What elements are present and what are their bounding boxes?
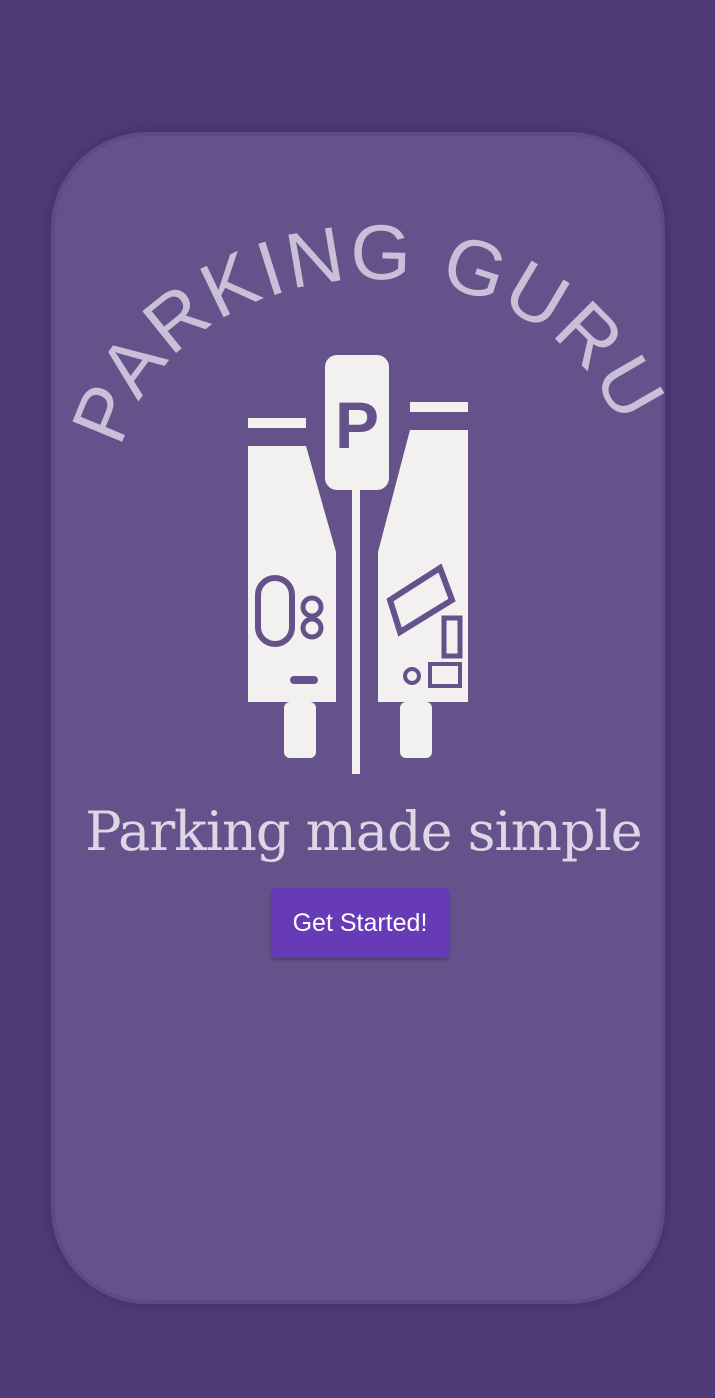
parking-guru-logo: PARKING GURU P <box>54 207 681 774</box>
get-started-button[interactable]: Get Started! <box>271 888 449 958</box>
tagline: Parking made simple <box>85 800 643 863</box>
right-car-icon <box>378 402 468 758</box>
left-car-icon <box>248 418 336 758</box>
parking-sign-letter: P <box>335 388 379 462</box>
splash-screen: PARKING GURU P Parking made simple Get S… <box>0 0 715 1398</box>
